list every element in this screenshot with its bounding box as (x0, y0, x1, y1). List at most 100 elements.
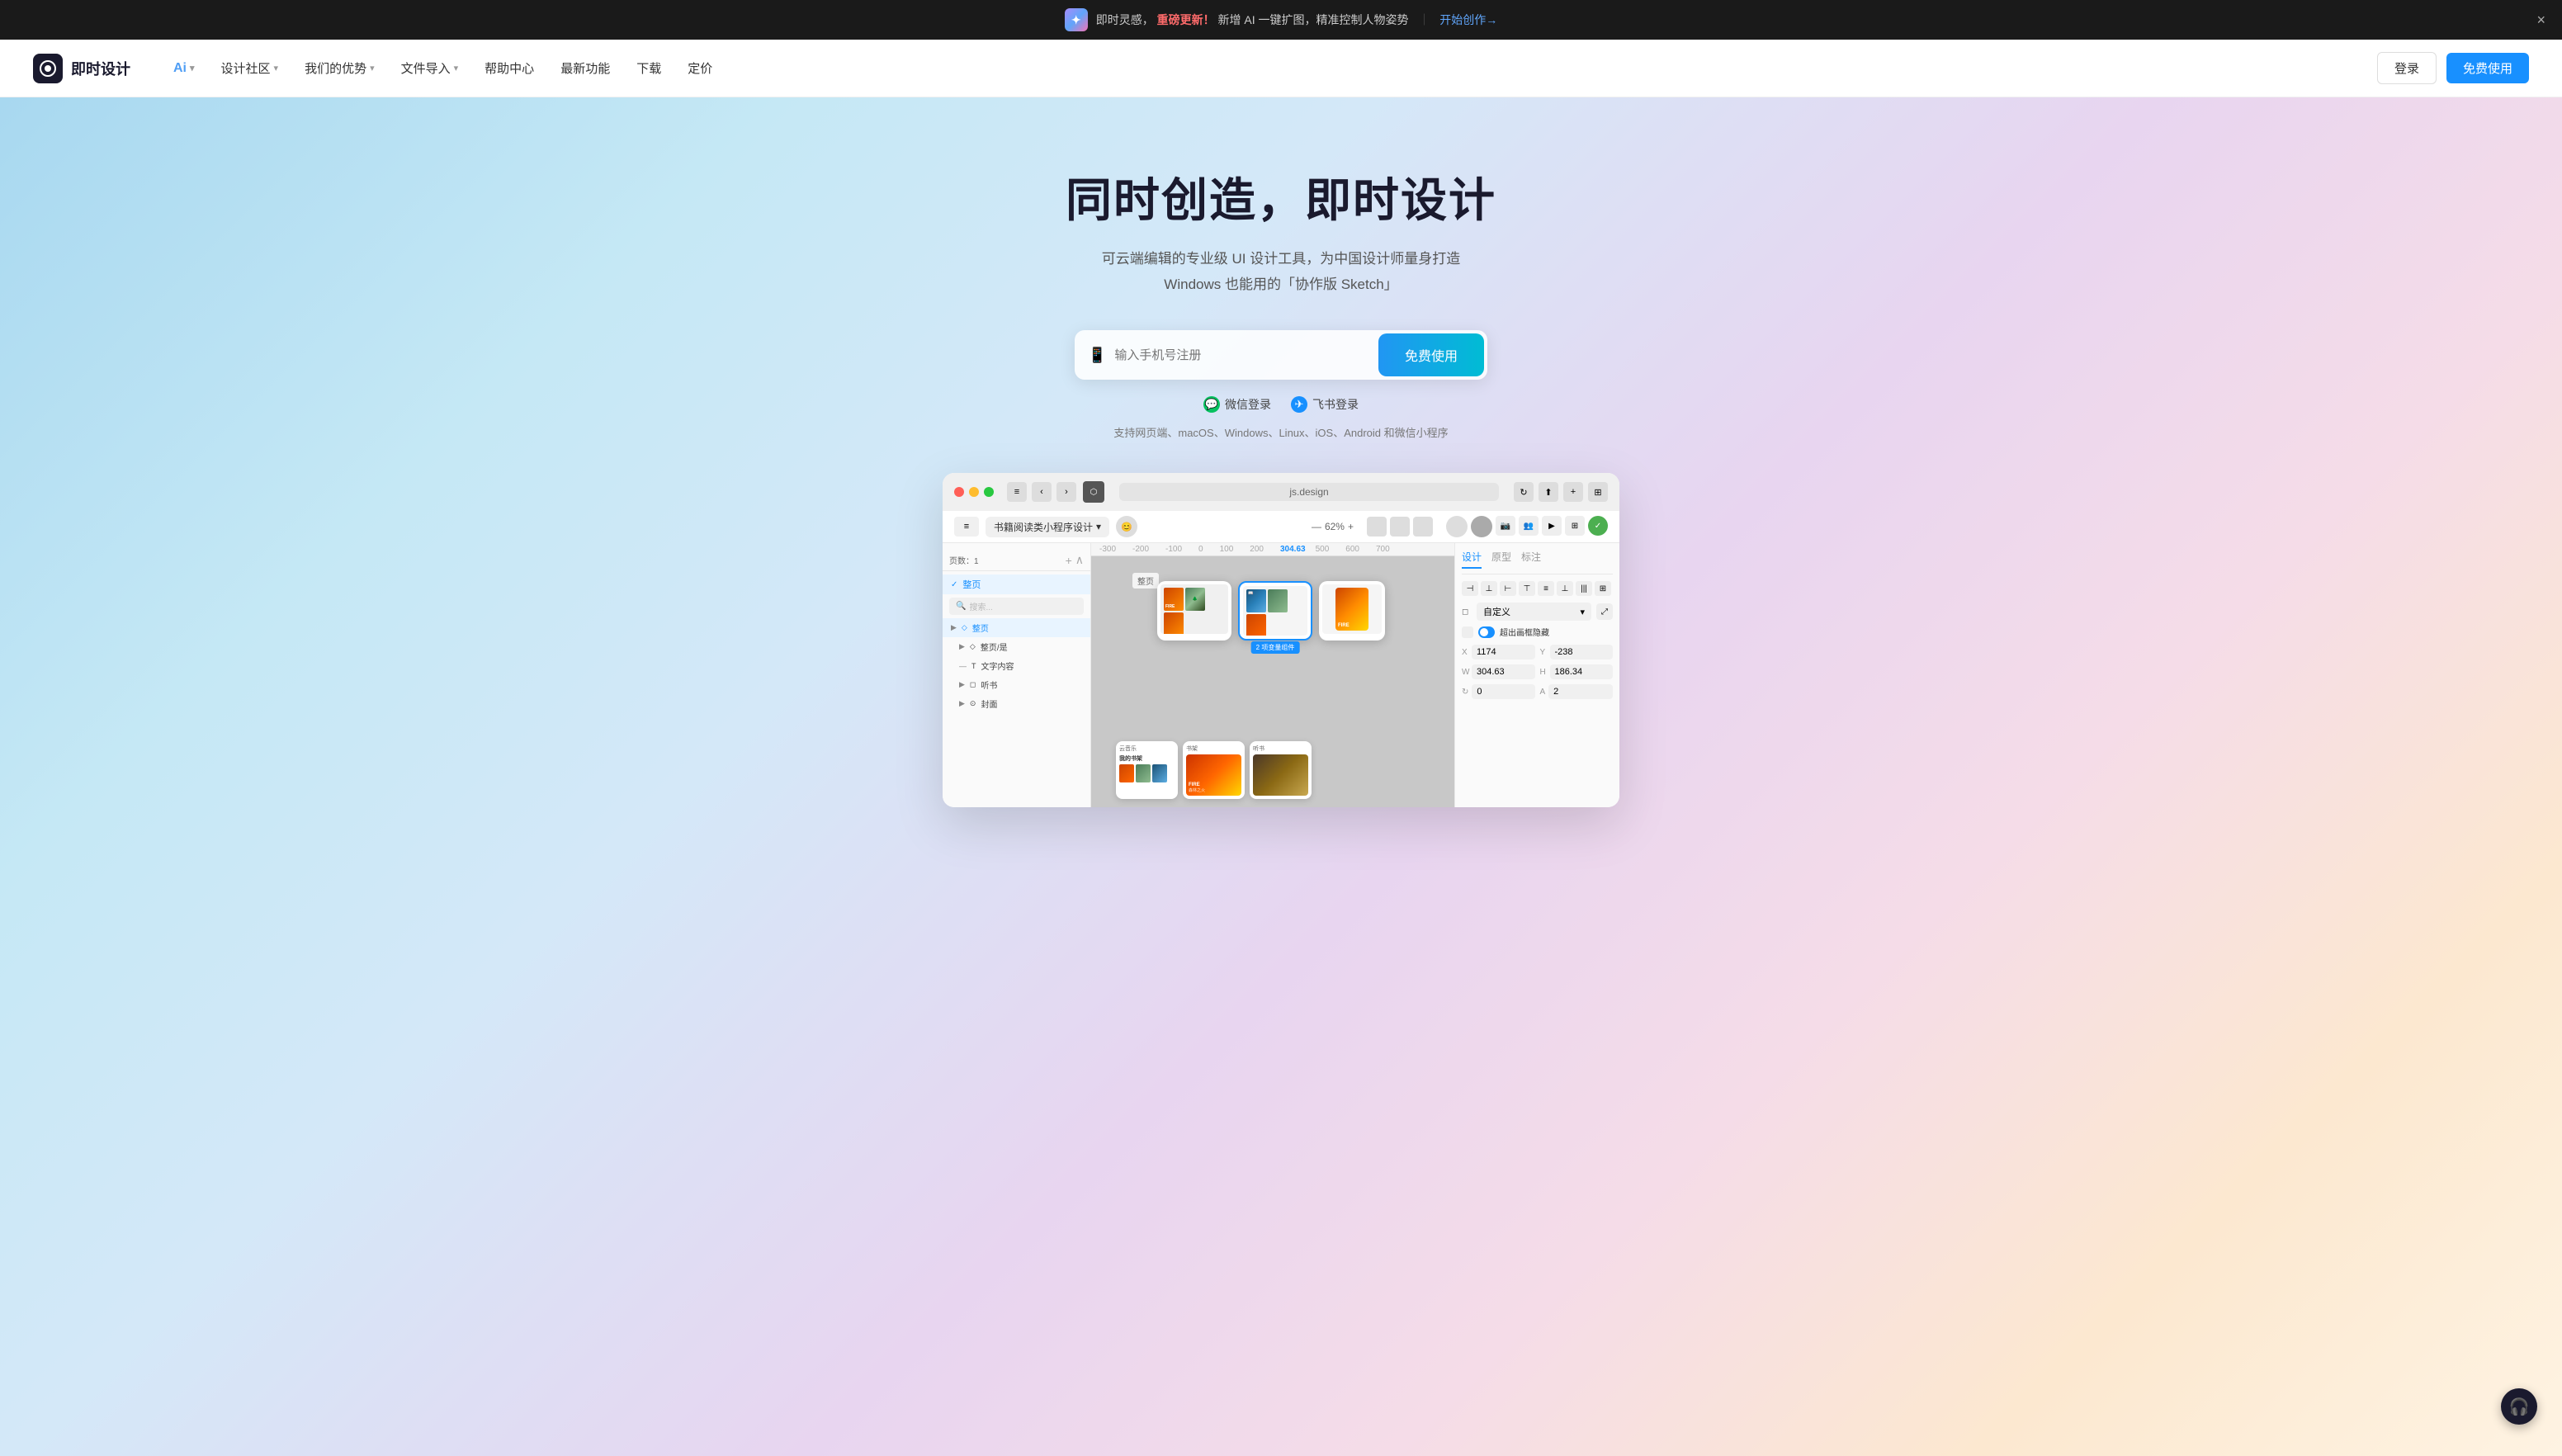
nav-item-features[interactable]: 最新功能 (551, 53, 620, 83)
book-title: FIRE (1165, 605, 1182, 610)
logo[interactable]: 即时设计 (33, 54, 130, 83)
nav-item-advantages[interactable]: 我们的优势 ▾ (295, 53, 385, 83)
frame-dropdown[interactable]: 自定义 ▾ (1477, 603, 1591, 621)
nav-item-import[interactable]: 文件导入 ▾ (391, 53, 469, 83)
banner-cta[interactable]: 开始创作→ (1439, 13, 1497, 26)
align-left-icon[interactable]: ⊣ (1462, 581, 1478, 596)
right-panel: 设计 原型 标注 ⊣ ⊥ ⊢ ⊤ ≡ ⊥ ||| ⊞ ◻ (1454, 543, 1619, 807)
grid2-icon[interactable]: ⊞ (1565, 516, 1585, 536)
zoom-control[interactable]: — 62% + (1312, 521, 1354, 532)
layer-item-wholepage[interactable]: ▶ ◇ 整页 (943, 618, 1090, 637)
ruler-mark-neg200: -200 (1132, 545, 1149, 554)
w-input[interactable]: 304.63 (1472, 664, 1535, 679)
mini-book-2 (1136, 764, 1151, 782)
chevron-down-icon: ▾ (190, 63, 195, 73)
align-top-icon[interactable]: ⊤ (1519, 581, 1535, 596)
nav-pricing-label: 定价 (688, 59, 712, 77)
close-window-btn[interactable] (954, 487, 964, 497)
url-bar[interactable]: js.design (1119, 483, 1499, 501)
frame-icon4: ◻ (970, 680, 976, 689)
refresh-icon[interactable]: ↻ (1514, 482, 1534, 502)
free-button[interactable]: 免费使用 (2446, 53, 2529, 83)
align-center-v-icon[interactable]: ⊥ (1481, 581, 1497, 596)
share-icon[interactable]: ⬆ (1539, 482, 1558, 502)
minimize-window-btn[interactable] (969, 487, 979, 497)
nav-item-ai[interactable]: Ai ▾ (163, 54, 205, 83)
feishu-login[interactable]: ✈ 飞书登录 (1291, 396, 1359, 413)
add-page-icon[interactable]: + (1066, 554, 1072, 567)
sidebar-toggle-icon[interactable]: ≡ (1007, 482, 1027, 502)
close-icon[interactable]: × (2536, 12, 2545, 29)
layer-wholepage-label: 整页 (972, 622, 989, 634)
nav-item-help[interactable]: 帮助中心 (475, 53, 544, 83)
opacity-icon: A (1540, 688, 1546, 697)
banner-text-prefix: 即时灵感， (1096, 13, 1154, 26)
rotation-input[interactable]: 0 (1472, 684, 1534, 699)
grid-align-icon[interactable]: ⊞ (1595, 581, 1611, 596)
nav-item-pricing[interactable]: 定价 (678, 53, 722, 83)
frame-icon-small: ◻ (1462, 607, 1472, 617)
expand-layer-icon[interactable]: ▶ (951, 623, 957, 632)
tab-design[interactable]: 设计 (1462, 550, 1482, 569)
canvas-content[interactable]: 整页 FIRE 🌲 (1091, 556, 1454, 807)
help-button[interactable]: 🎧 (2501, 1388, 2537, 1425)
search-box[interactable]: 🔍 搜索... (949, 598, 1084, 615)
grid-icon[interactable]: ⊞ (1588, 482, 1608, 502)
align-bottom-icon[interactable]: ⊥ (1557, 581, 1573, 596)
x-input-group: X 1174 (1462, 645, 1535, 659)
nav-item-download[interactable]: 下载 (626, 53, 671, 83)
status-icon: ✓ (1588, 516, 1608, 536)
expand-layer-icon5[interactable]: ▶ (959, 699, 965, 708)
plus-icon[interactable]: + (1348, 521, 1354, 532)
expand-layer-icon4[interactable]: ▶ (959, 680, 965, 689)
book-forest-title: 🌲 (1193, 597, 1198, 602)
nav-item-community[interactable]: 设计社区 ▾ (211, 53, 289, 83)
expand-layer-icon2[interactable]: ▶ (959, 642, 965, 651)
layer-item-text[interactable]: — T 文字内容 (943, 656, 1090, 675)
y-input-group: Y -238 (1540, 645, 1614, 659)
nav-advantages-label: 我们的优势 (305, 59, 366, 77)
camera-icon[interactable]: 📷 (1496, 516, 1515, 536)
opacity-input[interactable]: 2 (1548, 684, 1613, 699)
align-right-icon[interactable]: ⊢ (1500, 581, 1516, 596)
h-input[interactable]: 186.34 (1550, 664, 1614, 679)
expand-icon[interactable]: ∧ (1075, 553, 1084, 567)
sidebar-item-page1[interactable]: ✓ 整页 (943, 574, 1090, 594)
banner-icon: ✦ (1065, 8, 1088, 31)
phone-mockups-bottom: 云音乐 我的书架 (1116, 741, 1312, 799)
banner-separator: ｜ (1418, 13, 1430, 26)
phone-input[interactable] (1114, 348, 1378, 362)
play-icon[interactable]: ▶ (1542, 516, 1562, 536)
minus-icon[interactable]: — (1312, 521, 1321, 532)
layer-item-cover[interactable]: ▶ ⊙ 封面 (943, 694, 1090, 713)
ruler-mark-neg100: -100 (1165, 545, 1182, 554)
maximize-window-btn[interactable] (984, 487, 994, 497)
people-icon[interactable]: 👥 (1519, 516, 1539, 536)
wechat-login[interactable]: 💬 微信登录 (1203, 396, 1271, 413)
fullscreen-icon[interactable] (1413, 517, 1433, 537)
resize-icon[interactable]: ⤢ (1596, 603, 1613, 620)
logo-text: 即时设计 (71, 58, 130, 79)
tab-prototype[interactable]: 原型 (1491, 550, 1511, 569)
layer-item-listen[interactable]: ▶ ◻ 听书 (943, 675, 1090, 694)
free-hero-button[interactable]: 免费使用 (1378, 333, 1484, 376)
hamburger-icon[interactable]: ≡ (954, 517, 979, 537)
search-icon: 🔍 (956, 602, 966, 611)
fit-icon[interactable] (1390, 517, 1410, 537)
layer-item-wholepage2[interactable]: ▶ ◇ 整页/是 (943, 637, 1090, 656)
x-input[interactable]: 1174 (1472, 645, 1535, 659)
clip-checkbox[interactable] (1462, 626, 1473, 638)
project-name[interactable]: 书籍阅读类小程序设计 ▾ (986, 517, 1109, 537)
tab-annotation[interactable]: 标注 (1521, 550, 1541, 569)
book-large-title: FIRE (1338, 623, 1366, 628)
distribute-h-icon[interactable]: ||| (1576, 581, 1592, 596)
forward-icon[interactable]: › (1056, 482, 1076, 502)
y-input[interactable]: -238 (1550, 645, 1614, 659)
phone-bottom-3: 听书 (1250, 741, 1312, 799)
back-icon[interactable]: ‹ (1032, 482, 1052, 502)
view-toggle-icon[interactable] (1367, 517, 1387, 537)
new-tab-icon[interactable]: + (1563, 482, 1583, 502)
login-button[interactable]: 登录 (2377, 52, 2437, 84)
clip-toggle[interactable] (1478, 626, 1495, 638)
align-center-h-icon[interactable]: ≡ (1538, 581, 1554, 596)
